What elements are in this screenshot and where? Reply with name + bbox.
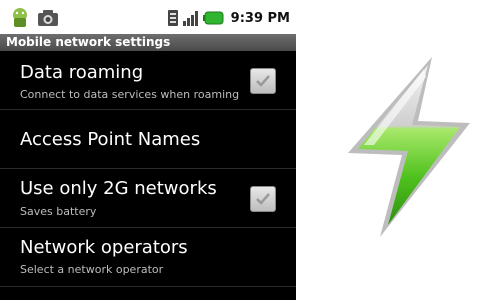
setting-summary: Connect to data services when roaming [20,88,240,101]
setting-title: Use only 2G networks [20,178,217,199]
status-bar: 9:39 PM [0,0,296,34]
setting-access-point-names[interactable]: Access Point Names [0,111,296,169]
checkmark-icon [256,193,270,205]
setting-network-operators[interactable]: Network operators Select a network opera… [0,229,296,287]
status-right-icons: 9:39 PM [167,8,290,28]
setting-title: Access Point Names [20,129,201,150]
android-usb-icon [13,8,27,27]
setting-data-roaming[interactable]: Data roaming Connect to data services wh… [0,52,296,110]
data-roaming-checkbox[interactable] [250,68,276,94]
page-title: Mobile network settings [0,34,296,51]
use-2g-checkbox[interactable] [250,186,276,212]
battery-icon [202,11,224,25]
clock-time: 9:39 PM [230,10,290,26]
phone-screen: 9:39 PM Mobile network settings Data roa… [0,0,296,300]
setting-use-only-2g[interactable]: Use only 2G networks Saves battery [0,170,296,228]
setting-summary: Saves battery [20,205,97,218]
lightning-bolt-icon [348,57,470,237]
sim-icon [167,10,178,26]
camera-icon [38,10,59,26]
setting-title: Data roaming [20,62,144,83]
signal-icon [182,11,198,26]
checkmark-icon [256,75,270,87]
status-left-icons [10,7,59,29]
setting-title: Network operators [20,237,188,258]
setting-summary: Select a network operator [20,263,164,276]
